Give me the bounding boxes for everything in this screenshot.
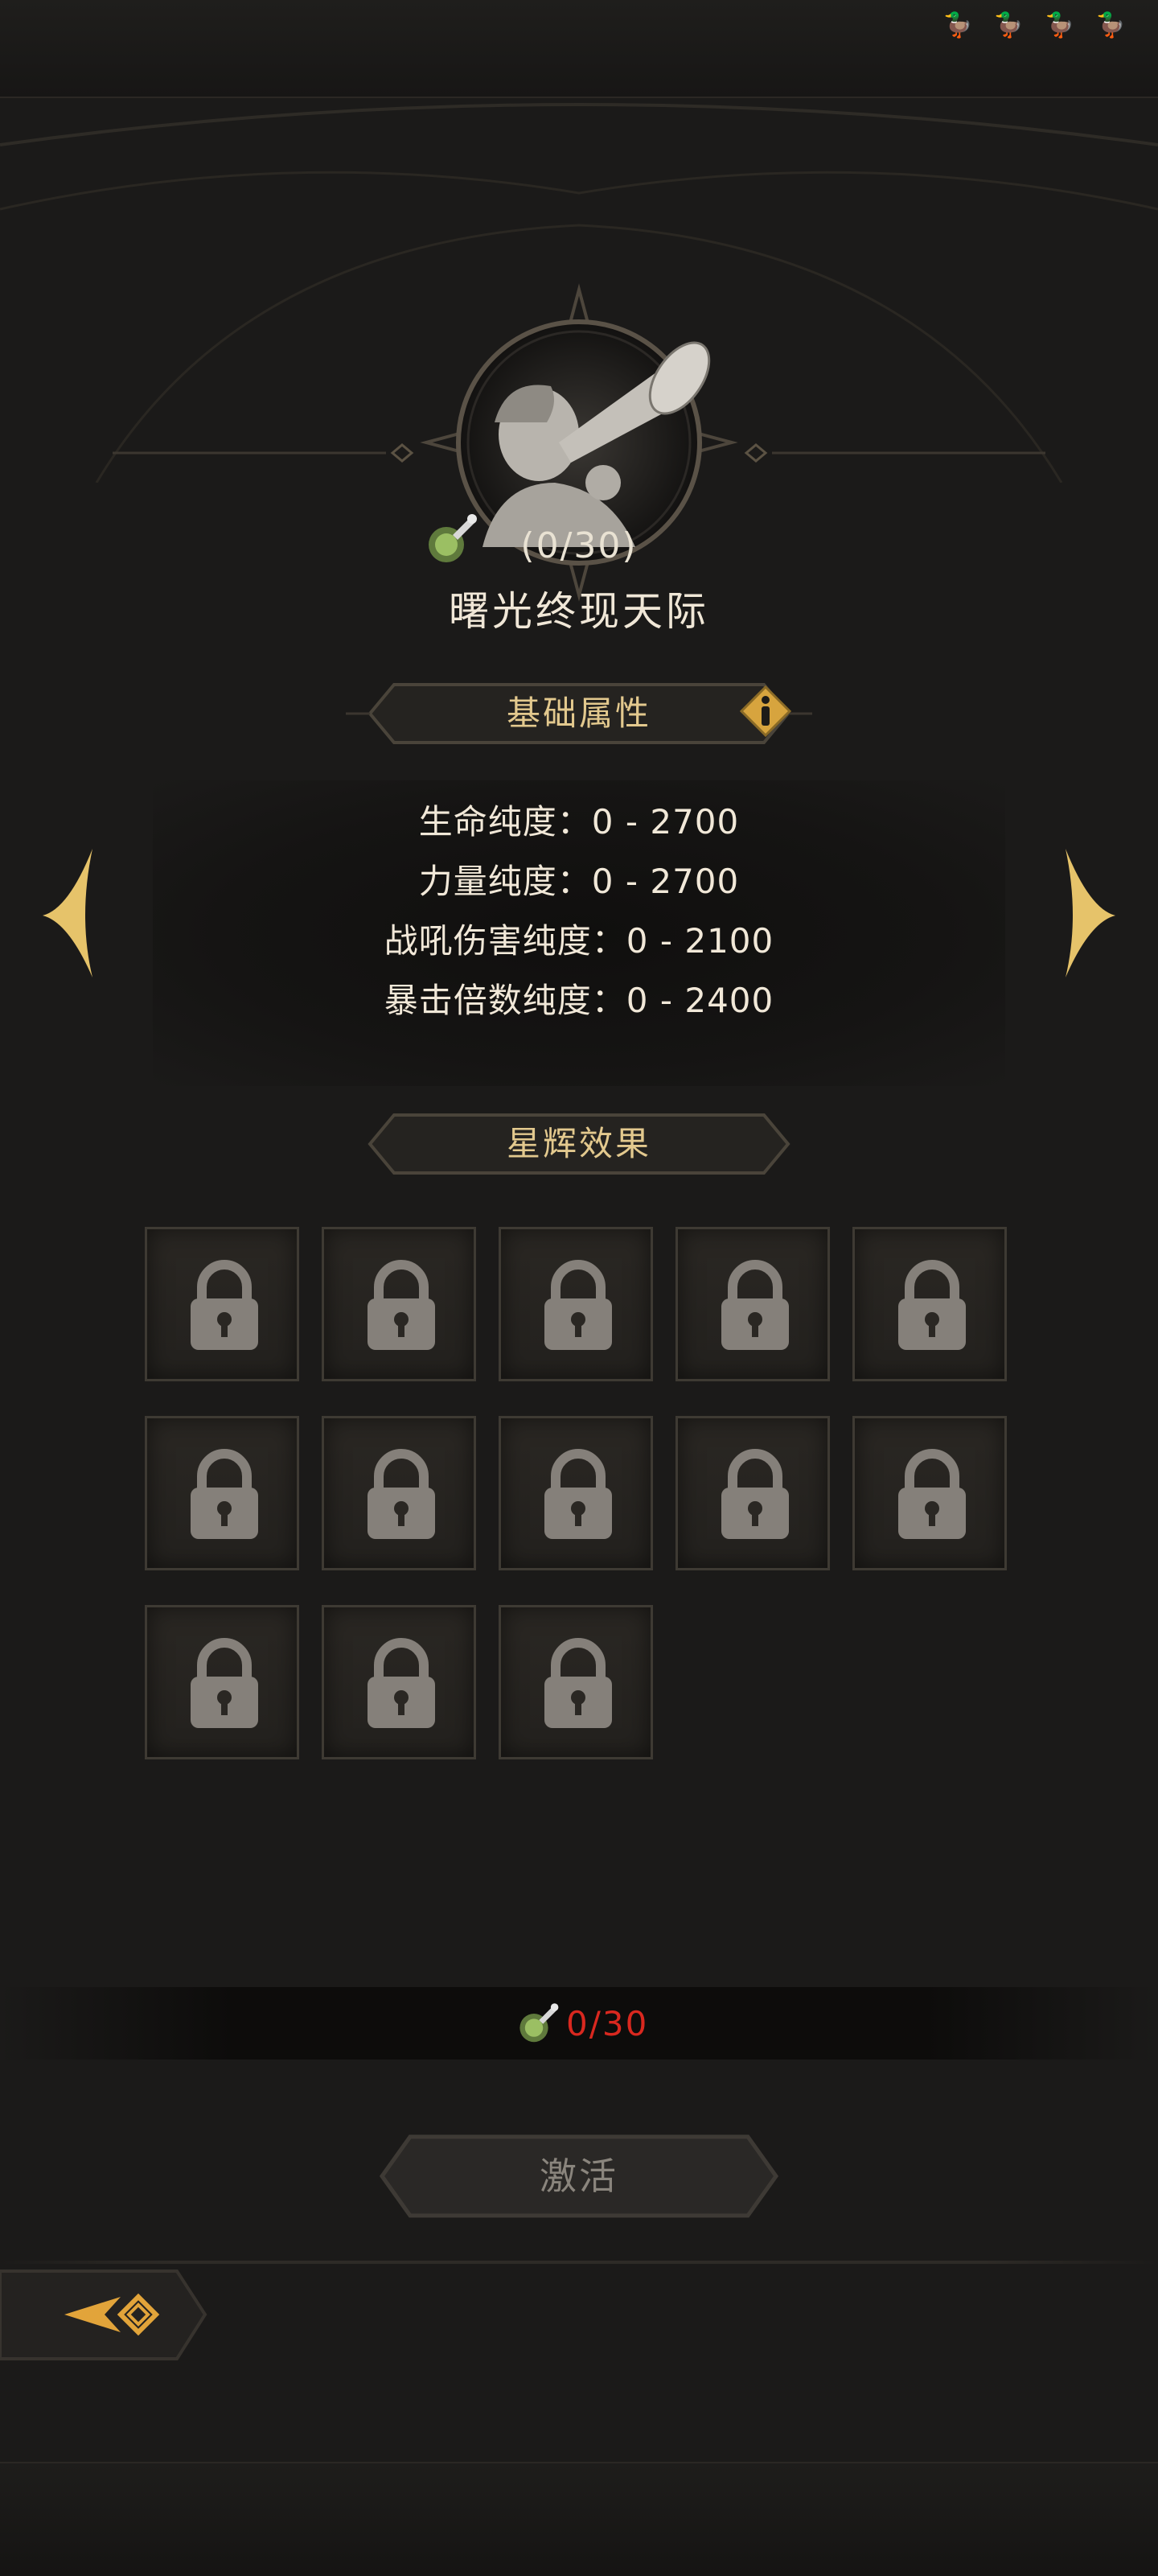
lock-icon	[368, 1449, 435, 1539]
activate-label: 激活	[540, 2154, 618, 2198]
lock-icon	[721, 1449, 789, 1539]
stat-strength-purity: 力量纯度：0 - 2700	[418, 862, 740, 901]
activate-button[interactable]: 激活	[374, 2132, 784, 2220]
stat-life-purity: 生命纯度：0 - 2700	[418, 802, 740, 842]
constellation-title: 曙光终现天际	[449, 588, 709, 635]
next-arrow-icon[interactable]	[1057, 845, 1122, 981]
lock-icon	[721, 1260, 789, 1350]
lock-icon	[898, 1260, 966, 1350]
lock-icon	[544, 1449, 612, 1539]
constellation-progress: (0/30)	[418, 521, 740, 570]
duck-icon: 🦆	[942, 11, 973, 39]
locked-slot[interactable]	[676, 1227, 830, 1381]
progress-text: (0/30)	[520, 525, 638, 566]
back-button[interactable]	[0, 2265, 209, 2365]
lock-icon	[191, 1638, 258, 1728]
divider	[0, 2261, 1158, 2264]
lock-icon	[544, 1260, 612, 1350]
locked-slot[interactable]	[145, 1605, 299, 1759]
lock-icon	[368, 1638, 435, 1728]
locked-slot[interactable]	[852, 1227, 1007, 1381]
lock-icon	[544, 1638, 612, 1728]
stat-crit-multiplier-purity: 暴击倍数纯度：0 - 2400	[384, 981, 774, 1020]
locked-slot[interactable]	[322, 1416, 476, 1570]
lock-icon	[191, 1449, 258, 1539]
trumpet-token-icon	[519, 2003, 559, 2043]
locked-slot[interactable]	[499, 1227, 653, 1381]
top-bar: 🦆 🦆 🦆 🦆	[0, 0, 1158, 98]
locked-slot[interactable]	[499, 1416, 653, 1570]
locked-slot[interactable]	[322, 1227, 476, 1381]
locked-slot[interactable]	[676, 1416, 830, 1570]
locked-slot[interactable]	[499, 1605, 653, 1759]
info-icon[interactable]	[740, 685, 791, 737]
locked-slot[interactable]	[852, 1416, 1007, 1570]
lock-icon	[368, 1260, 435, 1350]
lock-icon	[191, 1260, 258, 1350]
duck-icon: 🦆	[1045, 11, 1075, 39]
star-effects-title: 星辉效果	[506, 1124, 651, 1163]
locked-slot[interactable]	[145, 1416, 299, 1570]
locked-slot[interactable]	[145, 1227, 299, 1381]
duck-icon: 🦆	[993, 11, 1025, 39]
prev-arrow-icon[interactable]	[36, 845, 101, 981]
star-effects-banner: 星辉效果	[346, 1110, 812, 1178]
status-icons: 🦆 🦆 🦆 🦆	[943, 10, 1126, 42]
duck-icon: 🦆	[1095, 11, 1126, 39]
activation-cost: 0/30	[515, 1995, 676, 2051]
stat-warcry-damage-purity: 战吼伤害纯度：0 - 2100	[384, 921, 774, 961]
lock-icon	[898, 1449, 966, 1539]
cost-text: 0/30	[566, 2003, 649, 2043]
bottom-bar	[0, 2462, 1158, 2576]
locked-slot[interactable]	[322, 1605, 476, 1759]
